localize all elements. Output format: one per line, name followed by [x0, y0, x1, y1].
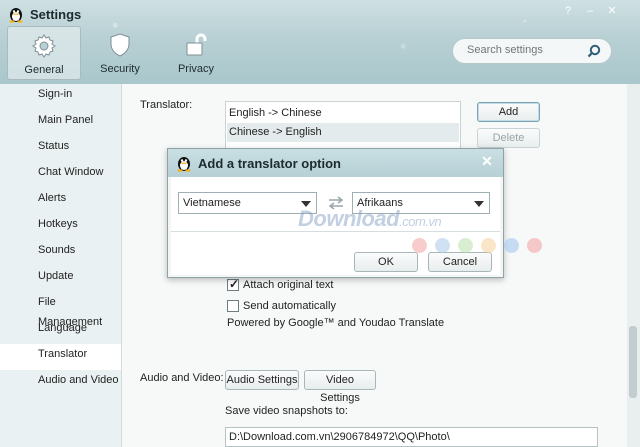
- gear-icon: [32, 34, 56, 58]
- watermark-dot: [481, 238, 496, 253]
- checkmark-icon: ✓: [229, 277, 240, 291]
- watermark-dot: [412, 238, 427, 253]
- ok-button[interactable]: OK: [354, 252, 418, 272]
- add-button[interactable]: Add: [477, 102, 540, 122]
- watermark-dot: [458, 238, 473, 253]
- dialog-title: Add a translator option: [198, 156, 341, 171]
- list-item[interactable]: English -> Chinese: [227, 104, 459, 123]
- attach-original-label: Attach original text: [243, 279, 334, 291]
- shield-icon: [110, 33, 130, 57]
- search-input[interactable]: [465, 43, 587, 57]
- search-icon[interactable]: [587, 44, 601, 58]
- qq-penguin-logo-icon: [9, 8, 23, 23]
- minimize-button[interactable]: –: [582, 4, 598, 18]
- tab-security-label: Security: [100, 63, 140, 75]
- translator-option-list[interactable]: English -> Chinese Chinese -> English: [225, 101, 461, 149]
- tab-privacy-label: Privacy: [177, 63, 215, 75]
- tab-privacy[interactable]: Privacy: [160, 26, 232, 78]
- sidebar-item-status[interactable]: Status: [0, 136, 121, 162]
- watermark-suffix: .com.vn: [399, 214, 442, 229]
- sidebar-item-alerts[interactable]: Alerts: [0, 188, 121, 214]
- search-box[interactable]: [452, 38, 612, 64]
- video-settings-button[interactable]: Video Settings: [304, 370, 376, 404]
- qq-penguin-logo-icon: [177, 157, 191, 172]
- watermark-dot: [504, 238, 519, 253]
- send-automatically-label: Send automatically: [243, 300, 336, 312]
- translator-label: Translator:: [140, 99, 193, 111]
- watermark-text: Download: [298, 206, 400, 231]
- unlock-icon: [186, 33, 207, 56]
- dialog-title-bar: Add a translator option ✕: [168, 149, 503, 177]
- sidebar: Sign-in Main Panel Status Chat Window Al…: [0, 84, 122, 447]
- sidebar-item-chat-window[interactable]: Chat Window: [0, 162, 121, 188]
- cancel-button[interactable]: Cancel: [428, 252, 492, 272]
- sidebar-item-translator[interactable]: Translator: [0, 344, 121, 370]
- close-button[interactable]: ✕: [604, 4, 620, 18]
- snapshot-path-field[interactable]: D:\Download.com.vn\2906784972\QQ\Photo\: [225, 427, 598, 447]
- sidebar-item-update[interactable]: Update: [0, 266, 121, 292]
- dialog-close-button[interactable]: ✕: [479, 153, 495, 169]
- snapshot-label: Save video snapshots to:: [225, 405, 348, 417]
- tab-general[interactable]: General: [7, 26, 81, 80]
- sidebar-item-language[interactable]: Language: [0, 318, 121, 344]
- sidebar-item-file-management[interactable]: File Management: [0, 292, 121, 328]
- help-button[interactable]: ?: [560, 4, 576, 18]
- delete-button[interactable]: Delete: [477, 128, 540, 148]
- scrollbar-thumb[interactable]: [629, 326, 637, 398]
- send-automatically-checkbox[interactable]: [227, 300, 239, 312]
- sidebar-item-audio-and-video[interactable]: Audio and Video: [0, 370, 121, 396]
- watermark-dot: [527, 238, 542, 253]
- powered-by-text: Powered by Google™ and Youdao Translate: [227, 317, 445, 329]
- from-language-select[interactable]: Vietnamese: [178, 192, 317, 214]
- sidebar-item-main-panel[interactable]: Main Panel: [0, 110, 121, 136]
- from-language-value: Vietnamese: [183, 197, 241, 209]
- list-item[interactable]: Chinese -> English: [227, 123, 459, 142]
- window-title: Settings: [30, 7, 82, 22]
- sidebar-item-sounds[interactable]: Sounds: [0, 240, 121, 266]
- watermark: Download.com.vn: [298, 206, 442, 232]
- audio-video-label: Audio and Video:: [140, 372, 224, 384]
- sidebar-item-hotkeys[interactable]: Hotkeys: [0, 214, 121, 240]
- sidebar-item-sign-in[interactable]: Sign-in: [0, 84, 121, 110]
- title-bar: Settings ? – ✕ General Security Privacy: [0, 0, 640, 84]
- tab-security[interactable]: Security: [84, 26, 156, 78]
- watermark-dot: [435, 238, 450, 253]
- attach-original-checkbox[interactable]: ✓: [227, 277, 240, 291]
- audio-settings-button[interactable]: Audio Settings: [225, 370, 299, 390]
- chevron-down-icon: [474, 201, 484, 207]
- tab-general-label: General: [24, 64, 64, 76]
